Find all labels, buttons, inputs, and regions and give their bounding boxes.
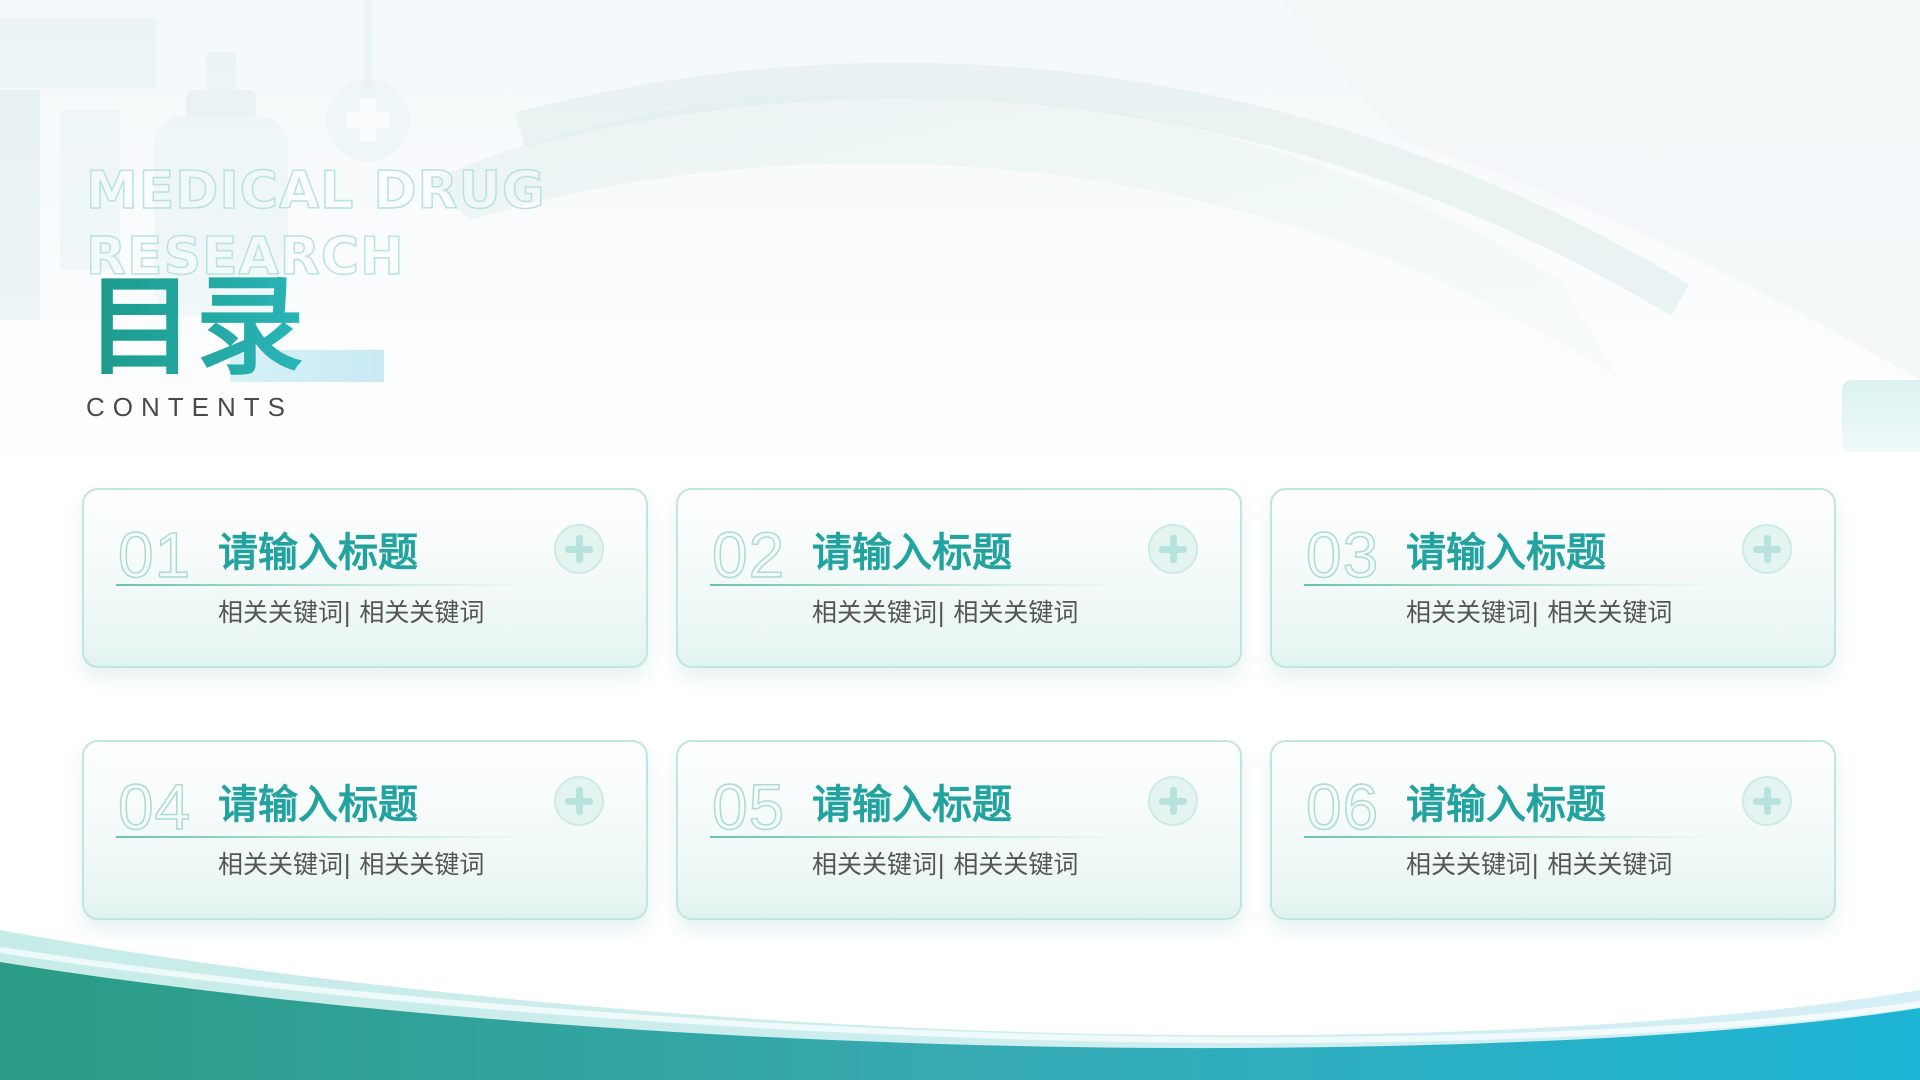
medical-cross-icon xyxy=(326,78,410,162)
card-title: 请输入标题 xyxy=(1406,530,1606,576)
toc-card-01[interactable]: 01 请输入标题 相关关键词| 相关关键词 xyxy=(82,488,648,668)
page-title: 目录 xyxy=(86,265,307,390)
plus-circle-icon xyxy=(554,524,604,574)
plus-circle-icon xyxy=(554,776,604,826)
card-divider xyxy=(710,584,1130,586)
toc-card-06[interactable]: 06 请输入标题 相关关键词| 相关关键词 xyxy=(1270,740,1836,920)
card-keywords: 相关关键词| 相关关键词 xyxy=(218,850,485,879)
toc-card-04[interactable]: 04 请输入标题 相关关键词| 相关关键词 xyxy=(82,740,648,920)
card-divider xyxy=(1304,836,1724,838)
card-keywords: 相关关键词| 相关关键词 xyxy=(1406,598,1673,627)
card-title: 请输入标题 xyxy=(218,782,418,828)
card-title: 请输入标题 xyxy=(812,782,1012,828)
toc-card-03[interactable]: 03 请输入标题 相关关键词| 相关关键词 xyxy=(1270,488,1836,668)
card-number: 04 xyxy=(117,771,192,843)
card-number: 03 xyxy=(1305,519,1380,591)
card-keywords: 相关关键词| 相关关键词 xyxy=(1406,850,1673,879)
toc-slide: MEDICAL DRUG RESEARCH 目录 CONTENTS 01 请输入… xyxy=(0,0,1920,1080)
side-tab xyxy=(1842,380,1920,452)
page-subtitle: CONTENTS xyxy=(86,392,293,422)
card-number: 05 xyxy=(711,771,786,843)
card-number: 02 xyxy=(711,519,786,591)
card-number: 06 xyxy=(1305,771,1380,843)
plus-circle-icon xyxy=(1742,776,1792,826)
card-title: 请输入标题 xyxy=(1406,782,1606,828)
plus-circle-icon xyxy=(1148,776,1198,826)
toc-card-02[interactable]: 02 请输入标题 相关关键词| 相关关键词 xyxy=(676,488,1242,668)
card-keywords: 相关关键词| 相关关键词 xyxy=(812,850,1079,879)
card-number: 01 xyxy=(117,519,192,591)
card-keywords: 相关关键词| 相关关键词 xyxy=(218,598,485,627)
toc-card-grid: 01 请输入标题 相关关键词| 相关关键词 02 请输入标题 相关关键词| 相关… xyxy=(82,488,1838,924)
card-divider xyxy=(710,836,1130,838)
plus-circle-icon xyxy=(1742,524,1792,574)
card-title: 请输入标题 xyxy=(812,530,1012,576)
card-title: 请输入标题 xyxy=(218,530,418,576)
toc-card-05[interactable]: 05 请输入标题 相关关键词| 相关关键词 xyxy=(676,740,1242,920)
card-divider xyxy=(1304,584,1724,586)
card-divider xyxy=(116,836,536,838)
card-keywords: 相关关键词| 相关关键词 xyxy=(812,598,1079,627)
plus-circle-icon xyxy=(1148,524,1198,574)
card-divider xyxy=(116,584,536,586)
